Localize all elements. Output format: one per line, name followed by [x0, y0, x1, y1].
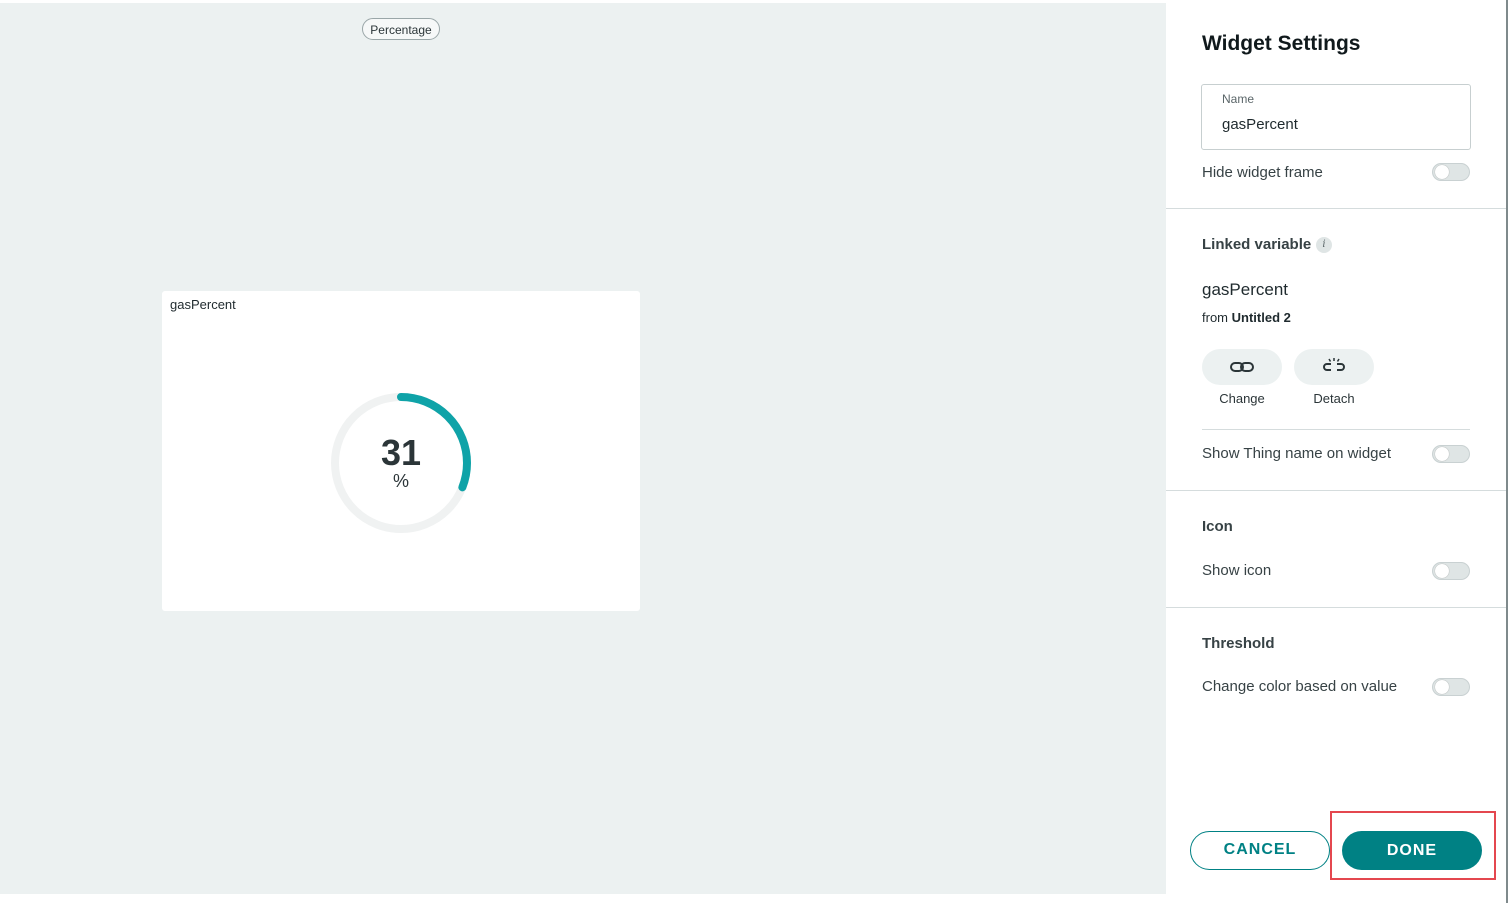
inner-divider — [1202, 429, 1470, 430]
from-thing: Untitled 2 — [1231, 310, 1291, 325]
change-variable-button[interactable] — [1202, 349, 1282, 385]
toggle-knob — [1435, 564, 1449, 578]
scrollbar[interactable] — [1506, 0, 1508, 903]
name-field-value[interactable]: gasPercent — [1222, 116, 1298, 133]
section-divider — [1166, 490, 1506, 491]
info-icon[interactable]: i — [1316, 237, 1332, 253]
icon-section-title: Icon — [1202, 518, 1233, 535]
section-divider — [1166, 607, 1506, 608]
show-thing-name-label: Show Thing name on widget — [1202, 445, 1392, 462]
dashboard-canvas: Percentage gasPercent 31 % — [0, 3, 1166, 894]
toggle-knob — [1435, 447, 1449, 461]
change-color-toggle[interactable] — [1432, 678, 1470, 696]
hide-widget-frame-toggle[interactable] — [1432, 163, 1470, 181]
percentage-widget[interactable]: gasPercent 31 % — [162, 291, 640, 611]
percentage-pill-label: Percentage — [362, 18, 440, 40]
detach-variable-button[interactable] — [1294, 349, 1374, 385]
threshold-section-title: Threshold — [1202, 635, 1275, 652]
bottom-strip — [0, 894, 1166, 903]
widget-settings-panel: Widget Settings Name gasPercent Hide wid… — [1166, 0, 1506, 903]
done-button[interactable]: DONE — [1342, 831, 1482, 870]
section-divider — [1166, 208, 1506, 209]
gauge-unit: % — [392, 471, 409, 491]
linked-variable-title: Linked variable — [1202, 236, 1312, 253]
panel-title: Widget Settings — [1202, 32, 1361, 55]
toggle-knob — [1435, 680, 1449, 694]
link-icon — [1230, 362, 1254, 372]
change-variable-label[interactable]: Change — [1202, 391, 1282, 406]
linked-variable-source: from Untitled 2 — [1202, 310, 1291, 325]
show-thing-name-toggle[interactable] — [1432, 445, 1470, 463]
percentage-gauge: 31 % — [325, 387, 477, 539]
widget-title: gasPercent — [170, 297, 236, 312]
from-prefix: from — [1202, 310, 1228, 325]
name-field-label: Name — [1222, 92, 1255, 106]
cancel-button[interactable]: CANCEL — [1190, 831, 1330, 870]
unlink-icon — [1323, 358, 1345, 371]
change-color-label: Change color based on value — [1202, 678, 1398, 695]
gauge-value: 31 — [380, 432, 422, 473]
hide-widget-frame-label: Hide widget frame — [1202, 164, 1323, 181]
show-icon-label: Show icon — [1202, 562, 1272, 579]
linked-variable-name: gasPercent — [1202, 280, 1288, 299]
toggle-knob — [1435, 165, 1449, 179]
name-field[interactable]: Name gasPercent — [1201, 84, 1471, 150]
detach-variable-label[interactable]: Detach — [1294, 391, 1374, 406]
show-icon-toggle[interactable] — [1432, 562, 1470, 580]
